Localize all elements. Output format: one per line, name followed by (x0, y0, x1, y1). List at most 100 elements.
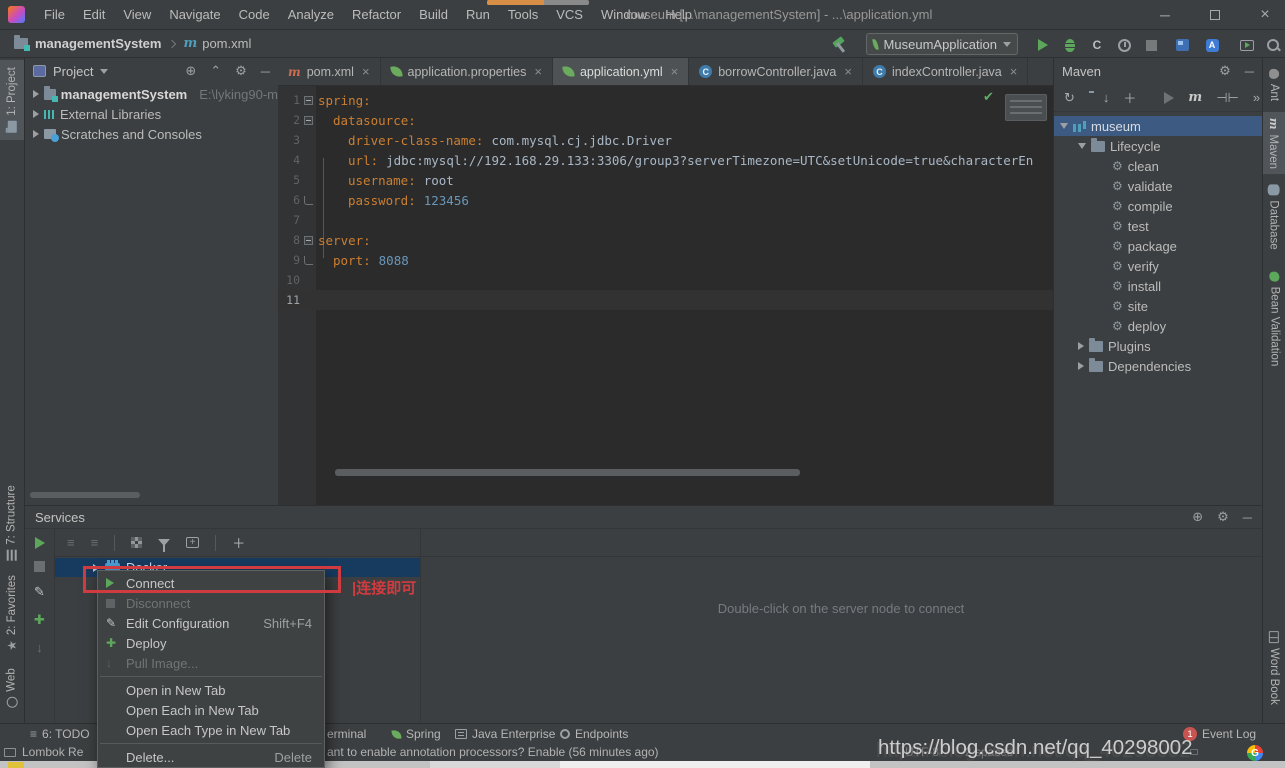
fold-icon[interactable] (304, 236, 313, 245)
minimize-button[interactable]: ─ (1148, 0, 1182, 30)
hide-panel-icon[interactable]: ─ (1243, 510, 1252, 525)
hide-panel-icon[interactable]: ─ (261, 64, 270, 79)
fold-icon[interactable] (304, 96, 313, 105)
menu-item-edit-configuration[interactable]: ✎Edit ConfigurationShift+F4 (98, 613, 324, 633)
close-tab-icon[interactable]: × (1010, 64, 1018, 79)
sidebar-tab-database[interactable]: Database (1263, 178, 1285, 256)
edit-configuration-pencil-icon[interactable]: ✎ (34, 584, 45, 600)
maven-goal-verify[interactable]: ⚙verify (1054, 256, 1262, 276)
tab-todo[interactable]: ≡6: TODO (30, 724, 90, 744)
sidebar-tab-structure[interactable]: 7: Structure (0, 478, 24, 568)
tree-item-scratches[interactable]: Scratches and Consoles (25, 124, 278, 144)
fold-icon[interactable] (304, 116, 313, 125)
tab-application-properties[interactable]: application.properties × (381, 58, 553, 85)
expand-arrow-icon[interactable] (33, 90, 39, 98)
more-actions-icon[interactable]: » (1253, 90, 1260, 105)
maven-goal-install[interactable]: ⚙install (1054, 276, 1262, 296)
maven-goal-validate[interactable]: ⚙validate (1054, 176, 1262, 196)
maven-plugins-node[interactable]: Plugins (1054, 336, 1262, 356)
sidebar-tab-ant[interactable]: Ant (1263, 60, 1285, 110)
sidebar-tab-project[interactable]: 1: Project (0, 60, 24, 140)
maven-goal-compile[interactable]: ⚙compile (1054, 196, 1262, 216)
lombok-message-left[interactable]: Lombok Re (22, 743, 83, 761)
add-service-icon[interactable]: ＋ (232, 533, 245, 552)
breadcrumb-file[interactable]: pom.xml (202, 36, 251, 51)
tab-pom-xml[interactable]: m pom.xml × (278, 58, 381, 85)
sidebar-tab-web[interactable]: Web (0, 658, 24, 718)
close-tab-icon[interactable]: × (671, 64, 679, 79)
tab-spring[interactable]: Spring (392, 724, 441, 744)
menu-item-open-each-type-in-new-tab[interactable]: Open Each Type in New Tab (98, 720, 324, 740)
services-splitter[interactable] (420, 529, 421, 723)
fold-end-icon[interactable] (304, 256, 313, 265)
translate-plugin-icon[interactable]: A (1202, 35, 1222, 55)
sidebar-tab-maven[interactable]: mMaven (1263, 112, 1285, 174)
collapse-all-icon[interactable]: ⌃ (210, 63, 221, 79)
tree-item-management-system[interactable]: managementSystem E:\lyking90-m (25, 84, 278, 104)
expand-arrow-icon[interactable] (33, 110, 39, 118)
build-hammer-icon[interactable] (830, 35, 850, 55)
menu-item-open-in-new-tab[interactable]: Open in New Tab (98, 680, 324, 700)
tab-terminal-partial[interactable]: erminal (327, 724, 366, 744)
locate-file-icon[interactable]: ⊕ (185, 63, 196, 79)
menu-view[interactable]: View (114, 0, 160, 29)
maven-goal-site[interactable]: ⚙site (1054, 296, 1262, 316)
download-sources-icon[interactable]: ↓ (1103, 90, 1110, 105)
chevron-down-icon[interactable] (100, 69, 108, 74)
add-maven-project-icon[interactable]: ＋ (1123, 88, 1136, 107)
reimport-icon[interactable]: ↻ (1064, 90, 1075, 106)
horizontal-scrollbar[interactable] (30, 492, 140, 498)
menu-item-delete[interactable]: Delete...Delete (98, 747, 324, 767)
expand-arrow-icon[interactable] (1078, 362, 1084, 370)
collapse-arrow-icon[interactable] (1078, 143, 1086, 149)
expand-arrow-icon[interactable] (33, 130, 39, 138)
tab-java-enterprise[interactable]: Java Enterprise (455, 724, 555, 744)
project-structure-icon[interactable] (1172, 35, 1192, 55)
settings-gear-icon[interactable]: ⚙ (235, 63, 247, 79)
tree-item-external-libraries[interactable]: External Libraries (25, 104, 278, 124)
maximize-button[interactable] (1198, 0, 1232, 30)
maven-goal-test[interactable]: ⚙test (1054, 216, 1262, 236)
maven-goal-deploy[interactable]: ⚙deploy (1054, 316, 1262, 336)
connect-run-icon[interactable] (35, 537, 45, 549)
close-tab-icon[interactable]: × (362, 64, 370, 79)
profiler-button[interactable] (1114, 35, 1134, 55)
menu-build[interactable]: Build (410, 0, 457, 29)
tab-index-controller[interactable]: C indexController.java × (863, 58, 1028, 85)
run-button[interactable] (1033, 35, 1053, 55)
menu-file[interactable]: File (35, 0, 74, 29)
code-viewport[interactable]: 1spring: 2datasource: 3driver-class-name… (278, 90, 1053, 310)
close-tab-icon[interactable]: × (844, 64, 852, 79)
breadcrumb-project[interactable]: managementSystem (35, 36, 161, 51)
hide-panel-icon[interactable]: ─ (1245, 64, 1254, 79)
sidebar-tab-word-book[interactable]: Word Book (1263, 623, 1285, 713)
maven-goal-clean[interactable]: ⚙clean (1054, 156, 1262, 176)
collapse-arrow-icon[interactable] (1060, 123, 1068, 129)
search-everywhere-icon[interactable] (1263, 35, 1283, 55)
lombok-message-right[interactable]: ant to enable annotation processors? Ena… (327, 743, 659, 761)
tab-endpoints[interactable]: Endpoints (560, 724, 628, 744)
sidebar-tab-bean-validation[interactable]: Bean Validation (1263, 260, 1285, 378)
menu-analyze[interactable]: Analyze (279, 0, 343, 29)
settings-gear-icon[interactable]: ⚙ (1219, 63, 1231, 79)
maven-root-museum[interactable]: museum (1054, 116, 1262, 136)
execute-maven-goal-icon[interactable]: m (1188, 90, 1202, 105)
open-in-new-tab-icon[interactable]: + (186, 537, 199, 548)
inspection-preview-widget[interactable] (1005, 94, 1047, 121)
skip-tests-icon[interactable]: ⊣⊢ (1216, 90, 1239, 106)
coverage-button[interactable]: C (1087, 35, 1107, 55)
close-tab-icon[interactable]: × (534, 64, 542, 79)
menu-item-deploy[interactable]: ✚Deploy (98, 633, 324, 653)
locate-icon[interactable]: ⊕ (1192, 509, 1203, 525)
project-panel-title[interactable]: Project (53, 64, 93, 79)
menu-navigate[interactable]: Navigate (160, 0, 229, 29)
maven-dependencies-node[interactable]: Dependencies (1054, 356, 1262, 376)
run-configuration-select[interactable]: MuseumApplication (866, 33, 1018, 55)
tab-application-yml[interactable]: application.yml × (553, 58, 689, 85)
maven-goal-package[interactable]: ⚙package (1054, 236, 1262, 256)
editor-horizontal-scrollbar[interactable] (335, 469, 800, 476)
sidebar-tab-favorites[interactable]: ★2: Favorites (0, 570, 24, 655)
expand-arrow-icon[interactable] (1078, 342, 1084, 350)
filter-icon[interactable] (158, 539, 170, 546)
settings-gear-icon[interactable]: ⚙ (1217, 509, 1229, 525)
